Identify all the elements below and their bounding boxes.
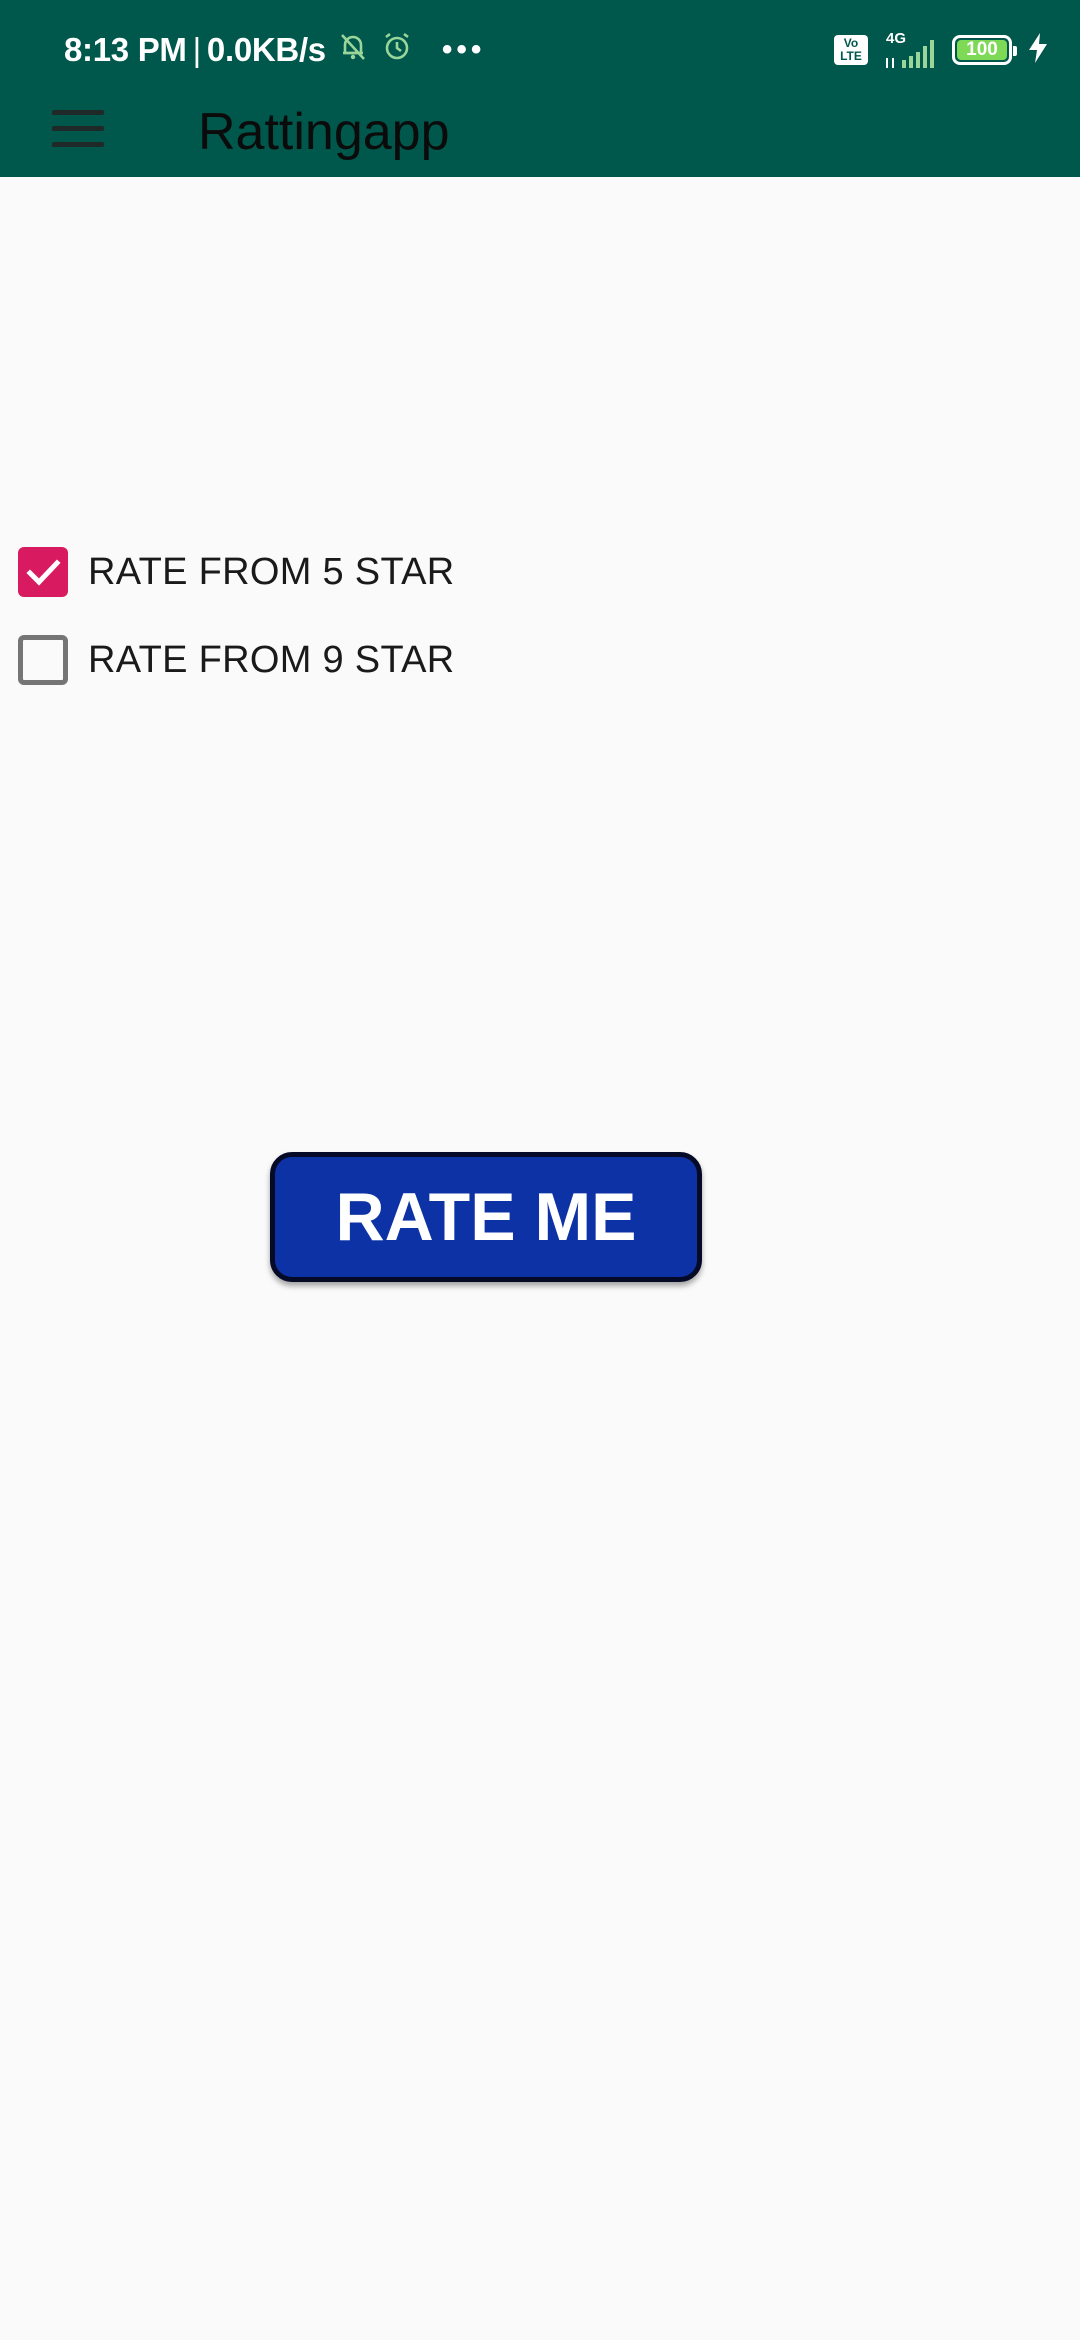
app-bar: 8:13 PM | 0.0KB/s ••• Vo LTE 4G 100 Ratt…: [0, 0, 1080, 177]
checkbox-rate-5-star[interactable]: RATE FROM 5 STAR: [18, 546, 455, 598]
checkbox-label: RATE FROM 5 STAR: [88, 550, 455, 593]
status-left: 8:13 PM | 0.0KB/s •••: [64, 26, 485, 74]
menu-line-middle: [52, 126, 104, 131]
more-dots-icon: •••: [441, 33, 486, 66]
battery-nub: [1013, 46, 1017, 56]
toolbar: Rattingapp: [0, 100, 1080, 177]
status-bar: 8:13 PM | 0.0KB/s ••• Vo LTE 4G 100: [0, 0, 1080, 100]
battery-icon: 100: [952, 35, 1017, 65]
rate-me-button[interactable]: RATE ME: [270, 1152, 702, 1282]
app-title: Rattingapp: [198, 103, 450, 161]
hamburger-menu-icon[interactable]: [40, 102, 112, 156]
status-time: 8:13 PM: [64, 31, 187, 68]
status-right: Vo LTE 4G 100: [820, 28, 1050, 72]
status-separator: |: [192, 31, 202, 68]
checkbox-label: RATE FROM 9 STAR: [88, 638, 455, 681]
muted-bell-icon: [336, 29, 370, 71]
battery-level: 100: [957, 40, 1007, 60]
checkbox-unchecked-icon[interactable]: [18, 635, 68, 685]
checkbox-rate-9-star[interactable]: RATE FROM 9 STAR: [18, 634, 455, 686]
menu-line-top: [52, 110, 104, 115]
charging-icon: [1026, 31, 1050, 70]
checkbox-checked-icon[interactable]: [18, 547, 68, 597]
signal-icon: 4G: [882, 30, 938, 70]
menu-line-bottom: [52, 142, 104, 147]
volte-line2: LTE: [840, 49, 862, 63]
volte-icon: Vo LTE: [834, 35, 868, 65]
status-network-speed: 0.0KB/s: [206, 31, 326, 68]
alarm-icon: [380, 29, 414, 71]
